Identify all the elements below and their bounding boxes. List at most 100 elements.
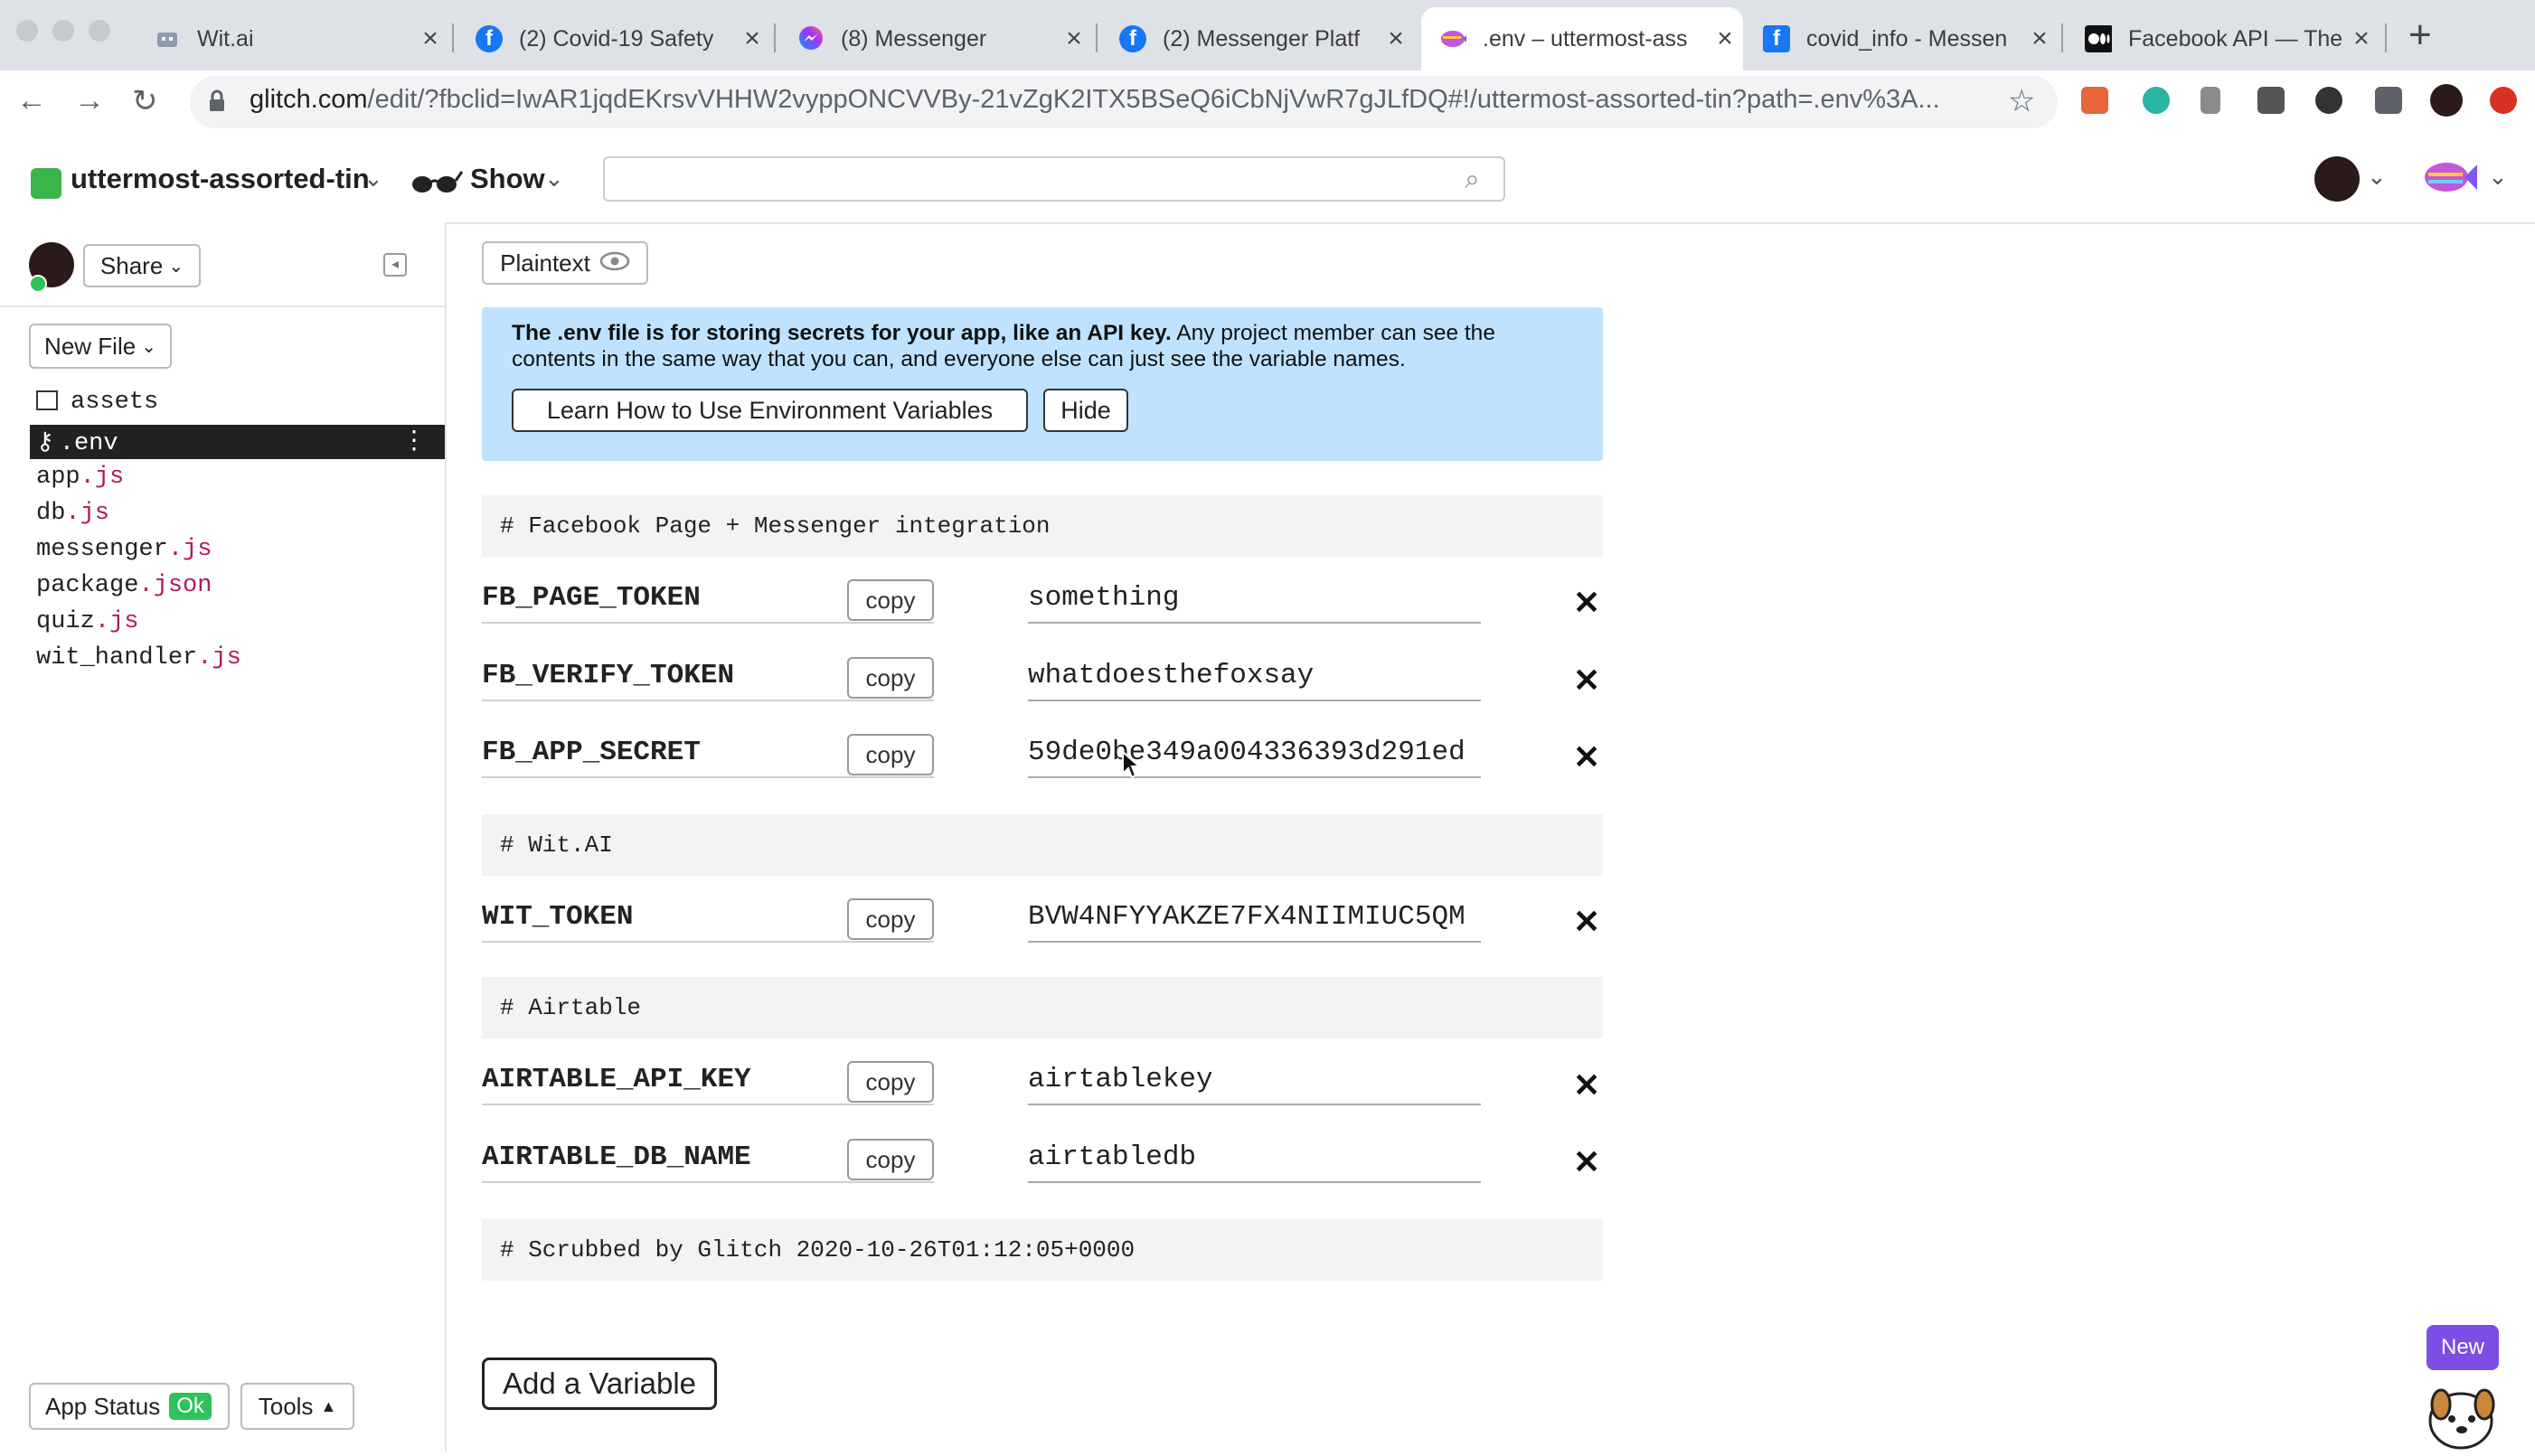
copy-button[interactable]: copy	[847, 579, 934, 621]
file-item-db[interactable]: db.js	[36, 500, 109, 527]
eye-icon	[599, 249, 630, 277]
search-icon: ⌕	[1465, 164, 1480, 194]
chevron-down-icon: ⌄	[141, 336, 156, 357]
extension-ex-icon[interactable]	[2081, 87, 2108, 114]
profile-avatar[interactable]	[2430, 84, 2463, 117]
copy-button[interactable]: copy	[847, 898, 934, 940]
extension-shield-icon[interactable]	[2200, 87, 2220, 114]
online-status-dot	[29, 275, 47, 293]
delete-variable-icon[interactable]: ✕	[1573, 1143, 1600, 1181]
show-menu-button[interactable]: Show	[470, 163, 545, 195]
window-close-button[interactable]	[16, 20, 38, 42]
plaintext-toggle[interactable]: Plaintext	[482, 241, 648, 285]
file-item-package[interactable]: package.json	[36, 572, 212, 599]
reload-icon[interactable]: ↻	[132, 83, 158, 119]
extensions-puzzle-icon[interactable]	[2375, 87, 2402, 114]
messenger-icon	[797, 25, 825, 52]
facebook-square-icon: f	[1763, 25, 1790, 52]
user-avatar[interactable]	[2314, 156, 2360, 202]
file-item-assets[interactable]: assets	[36, 389, 158, 416]
extension-dark-mode-icon[interactable]	[2315, 87, 2342, 114]
delete-variable-icon[interactable]: ✕	[1573, 584, 1600, 622]
share-button[interactable]: Share ⌄	[83, 244, 201, 287]
env-comment[interactable]: # Facebook Page + Messenger integration	[482, 495, 1603, 557]
window-minimize-button[interactable]	[52, 20, 74, 42]
search-input[interactable]	[603, 156, 1505, 202]
env-variable-value[interactable]: 59de0be349a004336393d291ed	[1028, 733, 1481, 778]
new-tab-icon[interactable]: +	[2408, 13, 2432, 58]
env-variable-value[interactable]: something	[1028, 578, 1481, 624]
delete-variable-icon[interactable]: ✕	[1573, 738, 1600, 776]
env-variable-value[interactable]: whatdoesthefoxsay	[1028, 656, 1481, 701]
tools-button[interactable]: Tools ▲	[240, 1383, 354, 1430]
url-text[interactable]: glitch.com/edit/?fbclid=IwAR1jqdEKrsvVHH…	[250, 85, 1985, 115]
env-comment[interactable]: # Wit.AI	[482, 814, 1603, 876]
mouse-cursor-icon	[1121, 749, 1142, 785]
sunglasses-icon	[410, 168, 464, 200]
chevron-down-icon[interactable]: ⌄	[2367, 163, 2387, 191]
chevron-down-icon[interactable]: ⌄	[2488, 163, 2508, 191]
close-tab-icon[interactable]: ×	[412, 23, 448, 54]
chevron-down-icon: ⌄	[168, 256, 184, 277]
browser-tab[interactable]: f covid_info - Messen ×	[1745, 7, 2058, 70]
key-icon: ⚷	[36, 430, 54, 457]
file-item-wit-handler[interactable]: wit_handler.js	[36, 644, 241, 672]
medium-icon	[2085, 25, 2112, 52]
back-icon[interactable]: ←	[16, 83, 47, 118]
forward-icon[interactable]: →	[74, 83, 105, 118]
close-tab-icon[interactable]: ×	[1056, 23, 1092, 54]
collapse-sidebar-icon[interactable]: ◂	[383, 253, 407, 277]
env-comment[interactable]: # Scrubbed by Glitch 2020-10-26T01:12:05…	[482, 1219, 1603, 1281]
glitch-logo-icon[interactable]	[2423, 155, 2477, 203]
app-status-button[interactable]: App Status Ok	[29, 1383, 230, 1430]
browser-tab[interactable]: f (2) Covid-19 Safety ×	[457, 7, 770, 70]
browser-tab[interactable]: (8) Messenger ×	[779, 7, 1092, 70]
close-tab-icon[interactable]: ×	[2343, 23, 2380, 54]
delete-variable-icon[interactable]: ✕	[1573, 1066, 1600, 1104]
chevron-down-icon[interactable]: ⌄	[363, 164, 383, 193]
delete-variable-icon[interactable]: ✕	[1573, 662, 1600, 700]
env-variable-value[interactable]: BVW4NFYYAKZE7FX4NIIMIUC5QM	[1028, 897, 1481, 943]
file-item-messenger[interactable]: messenger.js	[36, 536, 212, 563]
help-mascot-icon[interactable]	[2414, 1376, 2513, 1456]
browser-tab[interactable]: Facebook API — The ×	[2067, 7, 2380, 70]
extension-m-icon[interactable]	[2143, 87, 2170, 114]
glitch-fish-icon	[1439, 25, 1466, 52]
browser-tab-active[interactable]: .env – uttermost-ass ×	[1421, 7, 1743, 70]
chevron-down-icon[interactable]: ⌄	[544, 164, 564, 193]
close-tab-icon[interactable]: ×	[1378, 23, 1414, 54]
copy-button[interactable]: copy	[847, 657, 934, 699]
project-name[interactable]: uttermost-assorted-tin	[71, 163, 370, 195]
lock-icon	[208, 89, 226, 117]
learn-env-vars-button[interactable]: Learn How to Use Environment Variables	[512, 389, 1028, 432]
extension-i-icon[interactable]	[2257, 87, 2285, 114]
wit-robot-icon	[154, 25, 181, 52]
new-file-button[interactable]: New File ⌄	[29, 324, 172, 369]
hide-banner-button[interactable]: Hide	[1043, 389, 1128, 432]
env-comment[interactable]: # Airtable	[482, 977, 1603, 1038]
facebook-icon: f	[476, 25, 503, 52]
file-options-icon[interactable]: ⋮	[401, 425, 427, 455]
new-badge[interactable]: New	[2427, 1325, 2499, 1370]
file-item-env[interactable]: ⚷ .env	[36, 427, 118, 457]
file-item-quiz[interactable]: quiz.js	[36, 608, 138, 635]
file-item-app[interactable]: app.js	[36, 464, 124, 491]
env-variable-value[interactable]: airtabledb	[1028, 1138, 1481, 1183]
add-variable-button[interactable]: Add a Variable	[482, 1357, 717, 1410]
window-maximize-button[interactable]	[89, 20, 110, 42]
browser-tab[interactable]: f (2) Messenger Platf ×	[1101, 7, 1414, 70]
banner-text: The .env file is for storing secrets for…	[512, 321, 1495, 371]
close-tab-icon[interactable]: ×	[1707, 23, 1743, 54]
delete-variable-icon[interactable]: ✕	[1573, 903, 1600, 941]
copy-button[interactable]: copy	[847, 1139, 934, 1180]
archive-icon	[36, 390, 58, 410]
project-avatar[interactable]	[31, 168, 61, 199]
copy-button[interactable]: copy	[847, 734, 934, 775]
browser-tab[interactable]: Wit.ai ×	[136, 7, 448, 70]
close-tab-icon[interactable]: ×	[2021, 23, 2058, 54]
env-variable-value[interactable]: airtablekey	[1028, 1060, 1481, 1105]
bookmark-star-icon[interactable]: ☆	[2008, 83, 2035, 119]
extension-update-icon[interactable]	[2490, 87, 2517, 114]
close-tab-icon[interactable]: ×	[734, 23, 770, 54]
copy-button[interactable]: copy	[847, 1061, 934, 1103]
